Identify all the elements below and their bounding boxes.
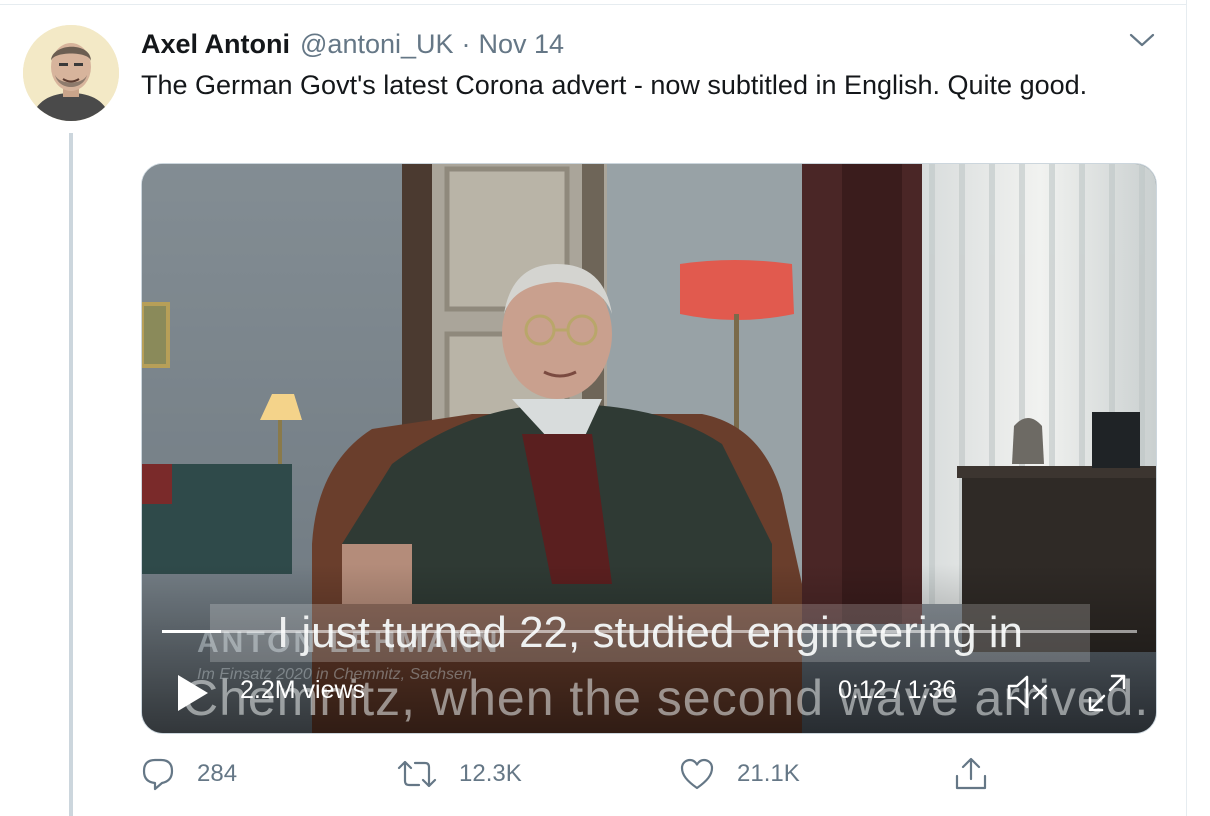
video-player[interactable]: ANTON LEHMANN Im Einsatz 2020 in Chemnit… <box>141 163 1157 734</box>
share-icon <box>955 757 987 790</box>
video-time: 0:12 / 1:36 <box>838 676 957 704</box>
like-button[interactable]: 21.1K <box>679 752 800 796</box>
right-divider <box>1186 0 1187 816</box>
like-count: 21.1K <box>737 760 800 787</box>
thread-line <box>69 133 73 816</box>
chevron-down-icon <box>1129 33 1155 47</box>
top-divider <box>0 0 1186 5</box>
share-button[interactable] <box>953 752 1011 796</box>
reply-button[interactable]: 284 <box>141 752 237 796</box>
video-subtitle-line1: I just turned 22, studied engineering in <box>210 604 1090 662</box>
retweet-count: 12.3K <box>459 760 522 787</box>
video-progress-bar[interactable] <box>162 630 1137 633</box>
author-name[interactable]: Axel Antoni <box>141 29 290 60</box>
tweet-text: The German Govt's latest Corona advert -… <box>141 70 1088 100</box>
author-handle[interactable]: @antoni_UK <box>300 29 454 60</box>
like-icon <box>680 758 714 790</box>
fullscreen-icon <box>1088 674 1126 712</box>
view-count: 2.2M views <box>240 676 366 704</box>
header-separator: · <box>461 28 471 59</box>
tweet-actions: 284 12.3K 21.1K <box>141 752 1157 796</box>
retweet-icon <box>397 760 437 788</box>
avatar-image <box>23 25 119 121</box>
avatar[interactable] <box>23 25 119 121</box>
reply-icon <box>142 758 174 791</box>
play-button[interactable] <box>176 673 210 713</box>
play-icon <box>178 675 208 711</box>
reply-count: 284 <box>197 760 238 787</box>
tweet-date[interactable]: Nov 14 <box>479 29 565 60</box>
mute-button[interactable] <box>1006 672 1052 712</box>
mute-icon <box>1007 675 1048 709</box>
fullscreen-button[interactable] <box>1086 672 1128 714</box>
video-progress-fill <box>162 630 221 633</box>
retweet-button[interactable]: 12.3K <box>397 752 522 796</box>
tweet-header: Axel Antoni @antoni_UK · Nov 14 <box>141 26 564 62</box>
more-options-button[interactable] <box>1126 26 1158 54</box>
